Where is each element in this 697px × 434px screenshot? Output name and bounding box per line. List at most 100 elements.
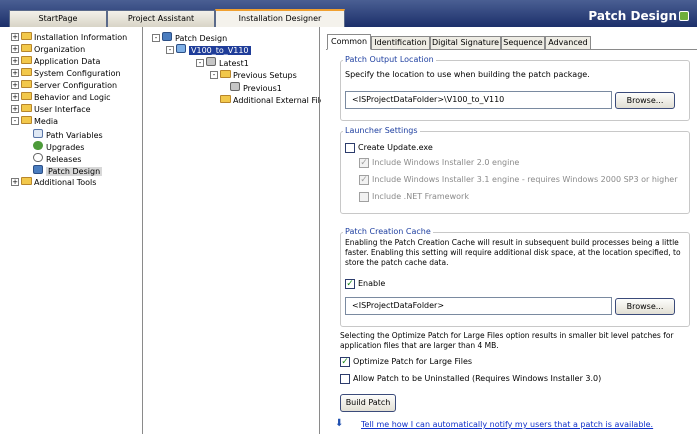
tree-item-media[interactable]: - Media bbox=[11, 116, 58, 127]
left-gutter bbox=[0, 27, 9, 434]
tree-item-latest1[interactable]: - Latest1 bbox=[196, 57, 249, 68]
include-msi20-label: Include Windows Installer 2.0 engine bbox=[372, 158, 520, 167]
collapse-icon[interactable]: - bbox=[196, 59, 204, 67]
patch-tree: - Patch Design - V100_to_V110 - Latest1 - Pr… bbox=[144, 27, 329, 434]
tab-common[interactable]: Common bbox=[327, 34, 371, 50]
patch-configuration-icon bbox=[176, 44, 186, 53]
folder-icon bbox=[21, 104, 32, 112]
collapse-icon[interactable]: - bbox=[11, 117, 19, 125]
folder-icon bbox=[21, 92, 32, 100]
tab-sequence[interactable]: Sequence bbox=[501, 36, 545, 49]
create-update-label: Create Update.exe bbox=[358, 143, 433, 152]
tab-installation-designer[interactable]: Installation Designer bbox=[215, 9, 345, 27]
include-msi31-label: Include Windows Installer 3.1 engine - r… bbox=[372, 175, 678, 184]
include-msi31-checkbox[interactable]: ✓ bbox=[359, 175, 369, 185]
patch-properties-pane: Common Identification Digital Signature … bbox=[321, 27, 697, 434]
expand-icon[interactable]: + bbox=[11, 178, 19, 186]
tree-label: Application Data bbox=[34, 57, 101, 66]
folder-open-icon bbox=[220, 70, 231, 78]
folder-icon bbox=[21, 56, 32, 64]
collapse-icon[interactable]: - bbox=[210, 71, 218, 79]
tree-label: Previous Setups bbox=[233, 71, 297, 80]
tab-strip-border bbox=[326, 49, 697, 50]
folder-icon bbox=[21, 177, 32, 185]
setup-icon bbox=[230, 82, 240, 91]
folder-icon bbox=[21, 80, 32, 88]
expand-icon[interactable]: + bbox=[11, 45, 19, 53]
build-patch-button[interactable]: Build Patch bbox=[340, 394, 396, 412]
tree-label: Path Variables bbox=[46, 131, 103, 140]
document-tab-bar: StartPage Project Assistant Installation… bbox=[0, 0, 697, 27]
tree-label: Server Configuration bbox=[34, 81, 118, 90]
folder-icon bbox=[21, 44, 32, 52]
folder-icon bbox=[220, 95, 231, 103]
tab-advanced[interactable]: Advanced bbox=[545, 36, 591, 49]
tree-label: Latest1 bbox=[219, 59, 249, 68]
output-location-title: Patch Output Location bbox=[343, 55, 436, 65]
tab-project-assistant[interactable]: Project Assistant bbox=[107, 10, 215, 27]
tree-label: System Configuration bbox=[34, 69, 121, 78]
cache-browse-button[interactable]: Browse... bbox=[615, 298, 675, 315]
folder-icon bbox=[21, 68, 32, 76]
enable-cache-checkbox[interactable]: ✓ bbox=[345, 279, 355, 289]
output-browse-button[interactable]: Browse... bbox=[615, 92, 675, 109]
tree-item-path-variables[interactable]: Path Variables bbox=[33, 129, 103, 140]
tree-item-organization[interactable]: + Organization bbox=[11, 44, 85, 55]
releases-icon bbox=[33, 153, 43, 162]
collapse-icon[interactable]: - bbox=[152, 34, 160, 42]
tree-item-patch-design[interactable]: Patch Design bbox=[33, 165, 103, 176]
help-link[interactable]: Tell me how I can automatically notify m… bbox=[361, 420, 653, 430]
help-arrow-icon: ⬇ bbox=[335, 418, 344, 429]
tab-digital-signature[interactable]: Digital Signature bbox=[430, 36, 501, 49]
tree-label: V100_to_V110 bbox=[189, 46, 251, 55]
expand-icon[interactable]: + bbox=[11, 105, 19, 113]
tree-item-behavior-and-logic[interactable]: + Behavior and Logic bbox=[11, 92, 111, 103]
tree-item-previous-setups[interactable]: - Previous Setups bbox=[210, 70, 297, 81]
include-dotnet-label: Include .NET Framework bbox=[372, 192, 469, 201]
expand-icon[interactable]: + bbox=[11, 33, 19, 41]
expand-icon[interactable]: + bbox=[11, 93, 19, 101]
patch-design-icon bbox=[679, 11, 689, 21]
tree-item-releases[interactable]: Releases bbox=[33, 153, 81, 164]
tree-item-user-interface[interactable]: + User Interface bbox=[11, 104, 91, 115]
expand-icon[interactable]: + bbox=[11, 81, 19, 89]
tree-label: Installation Information bbox=[34, 33, 128, 42]
tree-item-system-configuration[interactable]: + System Configuration bbox=[11, 68, 121, 79]
patch-design-icon bbox=[33, 165, 43, 174]
create-update-checkbox[interactable] bbox=[345, 143, 355, 153]
tree-item-installation-information[interactable]: + Installation Information bbox=[11, 32, 127, 43]
tree-label: Releases bbox=[46, 155, 82, 164]
tab-startpage[interactable]: StartPage bbox=[9, 10, 107, 27]
tree-label: Patch Design bbox=[46, 167, 103, 176]
tree-item-additional-tools[interactable]: + Additional Tools bbox=[11, 177, 96, 188]
tree-item-patch-design-root[interactable]: - Patch Design bbox=[152, 32, 227, 43]
tree-label: Media bbox=[34, 117, 59, 126]
output-path-field[interactable]: <ISProjectDataFolder>\V100_to_V110 bbox=[345, 91, 612, 109]
path-variables-icon bbox=[33, 129, 43, 138]
cache-path-field[interactable]: <ISProjectDataFolder> bbox=[345, 297, 612, 315]
tree-item-previous1[interactable]: Previous1 bbox=[230, 82, 282, 93]
optimize-label: Optimize Patch for Large Files bbox=[353, 357, 473, 366]
include-dotnet-checkbox[interactable] bbox=[359, 192, 369, 202]
tree-item-additional-external-files[interactable]: Additional External Files bbox=[210, 95, 329, 106]
folder-open-icon bbox=[21, 116, 32, 124]
include-msi20-checkbox[interactable]: ✓ bbox=[359, 158, 369, 168]
patch-design-icon bbox=[162, 32, 172, 41]
tree-label: Organization bbox=[34, 45, 86, 54]
tree-item-upgrades[interactable]: Upgrades bbox=[33, 141, 84, 152]
upgrades-icon bbox=[33, 141, 43, 150]
tab-identification[interactable]: Identification bbox=[371, 36, 430, 49]
expand-icon[interactable]: + bbox=[11, 69, 19, 77]
tree-item-v100-to-v110[interactable]: - V100_to_V110 bbox=[166, 44, 251, 55]
view-list-tree: + Installation Information + Organization … bbox=[9, 27, 143, 434]
allow-uninstall-checkbox[interactable] bbox=[340, 374, 350, 384]
tree-label: Behavior and Logic bbox=[34, 93, 111, 102]
expand-icon[interactable]: + bbox=[11, 57, 19, 65]
folder-icon bbox=[21, 32, 32, 40]
tree-item-server-configuration[interactable]: + Server Configuration bbox=[11, 80, 117, 91]
output-location-description: Specify the location to use when buildin… bbox=[345, 70, 590, 79]
collapse-icon[interactable]: - bbox=[166, 46, 174, 54]
tree-item-application-data[interactable]: + Application Data bbox=[11, 56, 100, 67]
optimize-checkbox[interactable]: ✓ bbox=[340, 357, 350, 367]
setup-icon bbox=[206, 57, 216, 66]
